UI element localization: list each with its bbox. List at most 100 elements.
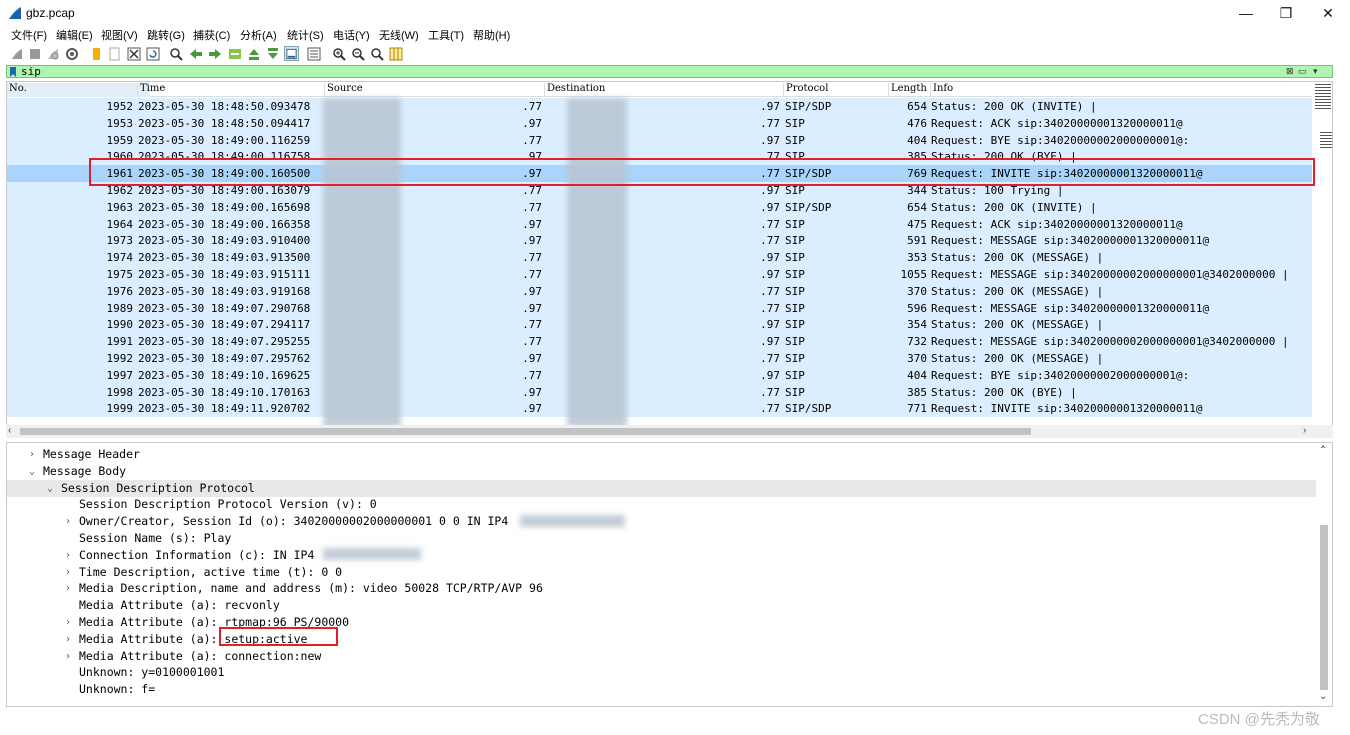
- menu-statistics[interactable]: 统计(S): [287, 27, 324, 43]
- menu-capture[interactable]: 捕获(C): [193, 27, 230, 43]
- display-filter-bar[interactable]: sip ⊠ ▭ ▾: [6, 65, 1333, 78]
- zoom-out-icon[interactable]: [350, 46, 365, 61]
- menu-telephony[interactable]: 电话(Y): [333, 27, 370, 43]
- packet-row[interactable]: 1998 2023-05-30 18:49:10.170163.97.77 SIP 3…: [7, 383, 1312, 401]
- packet-row[interactable]: 1964 2023-05-30 18:49:00.166358.97.77 SIP 4…: [7, 215, 1312, 233]
- bookmark-icon[interactable]: [9, 67, 17, 77]
- detail-tree-item[interactable]: › Media Attribute (a): connection:new: [7, 648, 1316, 665]
- packet-details-scrollbar[interactable]: ⌃ ⌄: [1316, 443, 1332, 706]
- packet-row[interactable]: 1991 2023-05-30 18:49:07.295255.77.97 SIP 7…: [7, 333, 1312, 351]
- menu-wireless[interactable]: 无线(W): [379, 27, 419, 43]
- detail-tree-item[interactable]: Media Attribute (a): recvonly: [7, 597, 1316, 614]
- clear-filter-icon[interactable]: ⊠: [1286, 66, 1294, 77]
- colorize-icon[interactable]: [306, 46, 321, 61]
- collapse-arrow-icon[interactable]: ⌄: [29, 463, 39, 480]
- packet-row[interactable]: 1974 2023-05-30 18:49:03.913500.77.97 SIP 3…: [7, 249, 1312, 267]
- packet-row[interactable]: 1997 2023-05-30 18:49:10.169625.77.97 SIP 4…: [7, 366, 1312, 384]
- packet-row[interactable]: 1976 2023-05-30 18:49:03.919168.97.77 SIP 3…: [7, 282, 1312, 300]
- stop-capture-icon[interactable]: [27, 46, 42, 61]
- scroll-right-icon[interactable]: ›: [1303, 425, 1306, 436]
- find-packet-icon[interactable]: [168, 46, 183, 61]
- detail-tree-item[interactable]: › Time Description, active time (t): 0 0: [7, 564, 1316, 581]
- packet-row[interactable]: 1975 2023-05-30 18:49:03.915111.77.97 SIP 1…: [7, 266, 1312, 283]
- detail-tree-item[interactable]: › Connection Information (c): IN IP4: [7, 547, 1316, 564]
- close-button[interactable]: ✕: [1310, 2, 1346, 24]
- menu-file[interactable]: 文件(F): [11, 27, 47, 43]
- menu-help[interactable]: 帮助(H): [473, 27, 510, 43]
- expand-arrow-icon[interactable]: ›: [65, 580, 75, 597]
- detail-tree-item[interactable]: Session Description Protocol Version (v)…: [7, 496, 1316, 513]
- scroll-left-icon[interactable]: ‹: [8, 425, 11, 436]
- packet-row[interactable]: 1989 2023-05-30 18:49:07.290768.97.77 SIP 5…: [7, 299, 1312, 317]
- capture-options-icon[interactable]: [64, 46, 79, 61]
- reload-icon[interactable]: [145, 46, 160, 61]
- resize-columns-icon[interactable]: [388, 46, 403, 61]
- expand-arrow-icon[interactable]: ›: [65, 547, 75, 564]
- expand-arrow-icon[interactable]: ›: [65, 631, 75, 648]
- scroll-up-icon[interactable]: ⌃: [1319, 445, 1327, 456]
- packet-row[interactable]: 1959 2023-05-30 18:49:00.116259.77.97 SIP 4…: [7, 131, 1312, 149]
- detail-tree-item[interactable]: Unknown: y=0100001001: [7, 664, 1316, 681]
- autoscroll-icon[interactable]: [284, 46, 299, 61]
- detail-tree-item[interactable]: Session Name (s): Play: [7, 530, 1316, 547]
- packet-row[interactable]: 1953 2023-05-30 18:48:50.094417.97.77 SIP 4…: [7, 114, 1312, 132]
- collapse-arrow-icon[interactable]: ⌄: [47, 480, 57, 497]
- menu-view[interactable]: 视图(V): [101, 27, 138, 43]
- restart-capture-icon[interactable]: [45, 46, 60, 61]
- first-packet-icon[interactable]: [246, 46, 261, 61]
- packet-list-minimap[interactable]: [1312, 82, 1332, 425]
- detail-tree-item[interactable]: ⌄ Session Description Protocol: [7, 479, 1316, 497]
- open-file-icon[interactable]: [89, 46, 104, 61]
- go-to-packet-icon[interactable]: [227, 46, 242, 61]
- packet-row[interactable]: 1952 2023-05-30 18:48:50.093478.77.97 SIP/…: [7, 98, 1312, 115]
- scrollbar-thumb[interactable]: [1320, 525, 1328, 690]
- packet-list-hscrollbar[interactable]: ‹ ›: [6, 425, 1333, 438]
- column-header-time[interactable]: Time: [137, 83, 325, 97]
- detail-tree-item[interactable]: › Owner/Creator, Session Id (o): 34020000…: [7, 513, 1316, 530]
- packet-row[interactable]: 1999 2023-05-30 18:49:11.920702.97.77 SIP/…: [7, 400, 1312, 418]
- detail-tree-item[interactable]: › Media Attribute (a): setup:active: [7, 631, 1316, 648]
- detail-tree-label: Media Attribute (a): connection:new: [79, 648, 322, 663]
- packet-row[interactable]: 1973 2023-05-30 18:49:03.910400.97.77 SIP 5…: [7, 232, 1312, 250]
- maximize-button[interactable]: ❐: [1268, 2, 1304, 24]
- expand-arrow-icon[interactable]: ›: [65, 614, 75, 631]
- column-header-no[interactable]: No.: [7, 83, 150, 97]
- packet-row[interactable]: 1963 2023-05-30 18:49:00.165698.77.97 SIP/…: [7, 198, 1312, 216]
- save-file-icon[interactable]: [107, 46, 122, 61]
- column-header-source[interactable]: Source: [324, 83, 542, 97]
- menu-edit[interactable]: 编辑(E): [56, 27, 93, 43]
- go-forward-icon[interactable]: [207, 46, 222, 61]
- detail-tree-item[interactable]: Unknown: f=: [7, 681, 1316, 698]
- column-header-destination[interactable]: Destination: [544, 83, 782, 97]
- display-filter-input[interactable]: sip: [21, 65, 41, 78]
- expand-arrow-icon[interactable]: ›: [65, 513, 75, 530]
- close-file-icon[interactable]: [126, 46, 141, 61]
- scrollbar-thumb[interactable]: [20, 428, 1031, 435]
- last-packet-icon[interactable]: [265, 46, 280, 61]
- packet-time: 2023-05-30 18:48:50.093478: [138, 100, 311, 113]
- normal-size-icon[interactable]: [369, 46, 384, 61]
- detail-tree-item[interactable]: › Media Description, name and address (m)…: [7, 580, 1316, 597]
- expand-arrow-icon[interactable]: ›: [29, 446, 39, 463]
- detail-tree-item[interactable]: › Message Header: [7, 446, 1316, 463]
- menu-go[interactable]: 跳转(G): [147, 27, 185, 43]
- start-capture-icon[interactable]: [9, 46, 24, 61]
- menu-tools[interactable]: 工具(T): [428, 27, 464, 43]
- packet-row[interactable]: 1990 2023-05-30 18:49:07.294117.77.97 SIP 3…: [7, 316, 1312, 334]
- filter-dropdown-icon[interactable]: ▾: [1313, 66, 1318, 77]
- detail-tree-label: Session Description Protocol: [61, 480, 255, 495]
- zoom-in-icon[interactable]: [331, 46, 346, 61]
- menu-analyze[interactable]: 分析(A): [240, 27, 277, 43]
- expand-arrow-icon[interactable]: ›: [65, 648, 75, 665]
- column-header-info[interactable]: Info: [930, 83, 1310, 97]
- expand-arrow-icon[interactable]: ›: [65, 564, 75, 581]
- detail-tree-item[interactable]: › Media Attribute (a): rtpmap:96 PS/90000: [7, 614, 1316, 631]
- column-header-protocol[interactable]: Protocol: [783, 83, 887, 97]
- scroll-down-icon[interactable]: ⌄: [1319, 691, 1327, 702]
- detail-tree-item[interactable]: ⌄ Message Body: [7, 463, 1316, 480]
- packet-row[interactable]: 1992 2023-05-30 18:49:07.295762.97.77 SIP 3…: [7, 350, 1312, 367]
- apply-filter-icon[interactable]: ▭: [1298, 66, 1307, 77]
- column-header-length[interactable]: Length: [888, 83, 930, 97]
- minimize-button[interactable]: —: [1228, 2, 1264, 24]
- go-back-icon[interactable]: [188, 46, 203, 61]
